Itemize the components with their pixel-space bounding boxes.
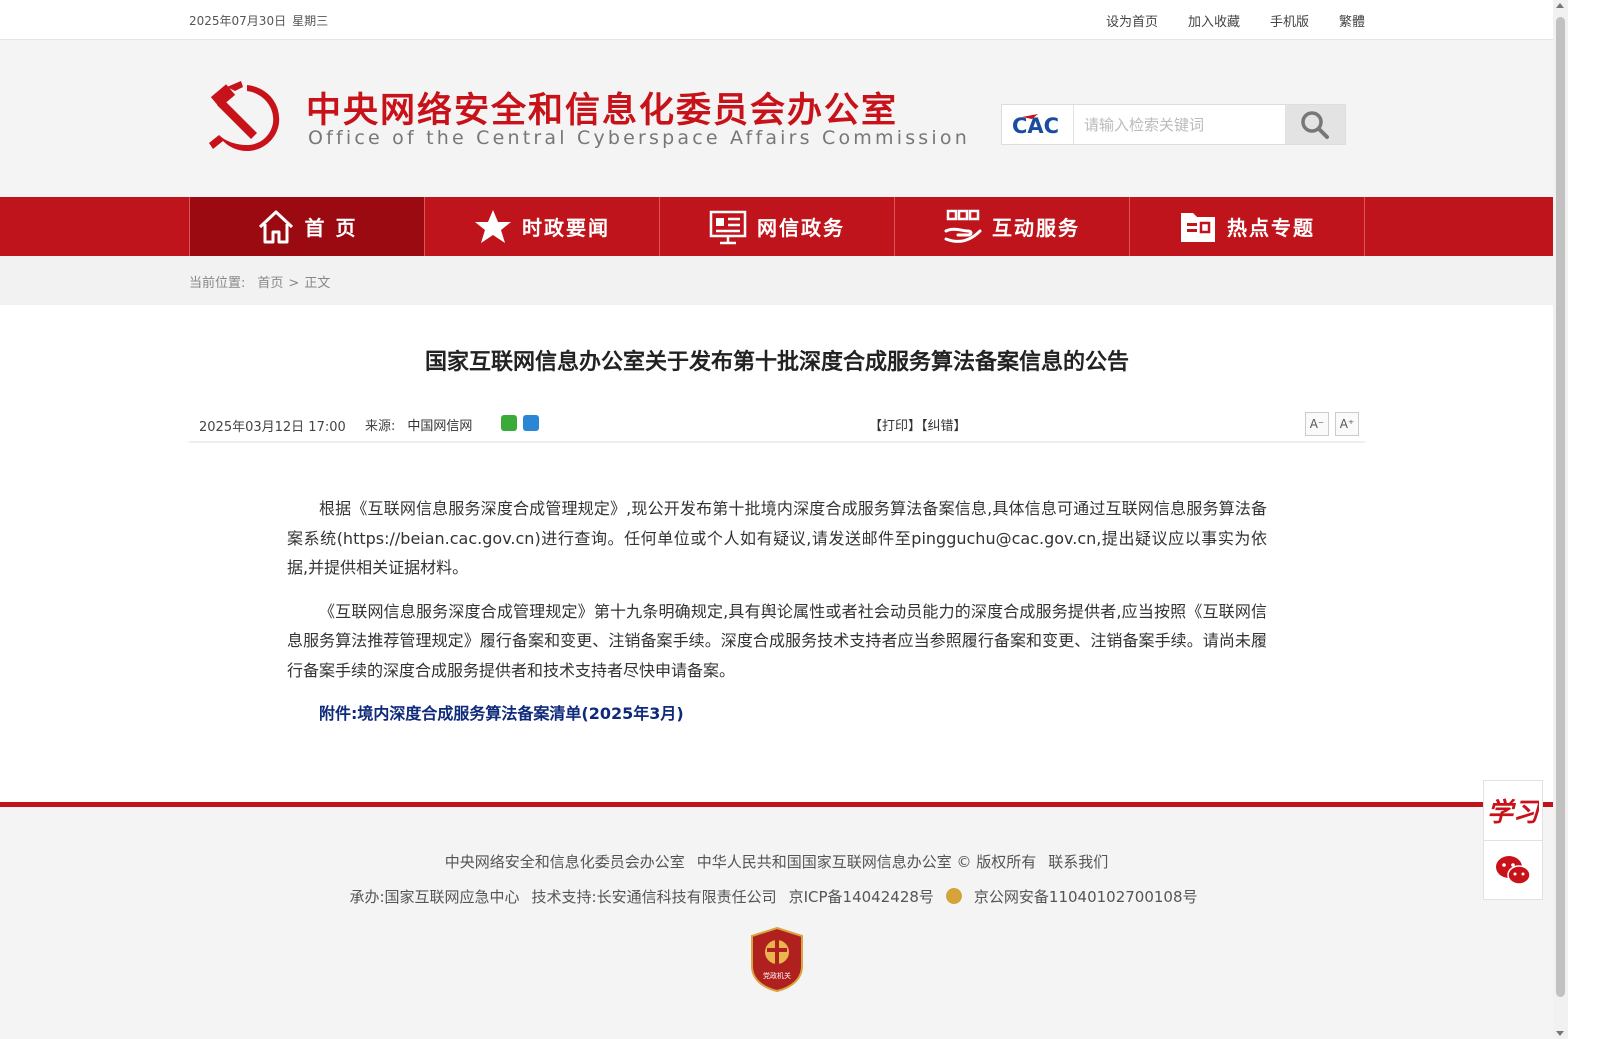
share-buttons (501, 415, 539, 431)
footer-line-1: 中央网络安全和信息化委员会办公室 中华人民共和国国家互联网信息办公室 © 版权所有… (0, 851, 1553, 872)
svg-text:CAC: CAC (1012, 114, 1059, 138)
search-box: CAC (1001, 104, 1346, 145)
contact-us-link[interactable]: 联系我们 (1048, 853, 1108, 871)
public-security-record[interactable]: 京公网安备11040102700108号 (945, 888, 1204, 906)
article-body: 根据《互联网信息服务深度合成管理规定》,现公开发布第十批境内深度合成服务算法备案… (287, 494, 1267, 743)
article-meta: 2025年03月12日 17:00 来源: 中国网信网 【打印】【纠错】 A⁻ A… (189, 405, 1365, 443)
qzone-share-icon[interactable] (523, 415, 539, 431)
date-text: 2025年07月30日 (189, 14, 287, 28)
attachment-link[interactable]: 附件:境内深度合成服务算法备案清单(2025年3月) (287, 699, 1267, 729)
footer-host: 承办:国家互联网应急中心 (349, 888, 520, 906)
article-paragraph: 根据《互联网信息服务深度合成管理规定》,现公开发布第十批境内深度合成服务算法备案… (287, 499, 1267, 577)
nav-item-topics[interactable]: 热点专题 (1130, 197, 1365, 256)
nav-item-news[interactable]: 时政要闻 (425, 197, 660, 256)
site-header: 中央网络安全和信息化委员会办公室 Office of the Central C… (0, 40, 1553, 197)
article-paragraph: 《互联网信息服务深度合成管理规定》第十九条明确规定,具有舆论属性或者社会动员能力… (287, 601, 1267, 680)
icp-link[interactable]: 京ICP备14042428号 (789, 888, 934, 906)
scrollbar-thumb[interactable] (1556, 17, 1565, 997)
nav-label-affairs: 网信政务 (757, 216, 845, 240)
nav-item-home[interactable]: 首 页 (190, 197, 425, 256)
nav-label-news: 时政要闻 (522, 216, 610, 240)
nav-item-affairs[interactable]: 网信政务 (660, 197, 895, 256)
breadcrumb-separator: > (288, 276, 300, 291)
font-size-controls: A⁻ A⁺ (1305, 412, 1359, 436)
source-value: 中国网信网 (407, 419, 473, 434)
weekday-text: 星期三 (292, 14, 329, 28)
site-title-cn[interactable]: 中央网络安全和信息化委员会办公室 (306, 82, 898, 133)
side-float-panel: 学习 (1483, 780, 1543, 900)
hand-service-icon (944, 208, 982, 246)
party-government-badge-icon[interactable]: 党政机关 (750, 926, 804, 992)
scroll-up-arrow-icon[interactable] (1556, 3, 1564, 8)
font-smaller-button[interactable]: A⁻ (1305, 412, 1329, 436)
vertical-scrollbar[interactable] (1553, 0, 1568, 1039)
police-badge-icon (945, 888, 962, 904)
nav-label-interactive: 互动服务 (992, 216, 1080, 240)
set-homepage-link[interactable]: 设为首页 (1106, 11, 1158, 30)
breadcrumb-home-link[interactable]: 首页 (257, 276, 283, 291)
nav-label-topics: 热点专题 (1227, 216, 1315, 240)
star-icon (474, 208, 512, 246)
breadcrumb-label: 当前位置: (189, 276, 246, 291)
article-datetime: 2025年03月12日 17:00 (199, 420, 346, 435)
article-title: 国家互联网信息办公室关于发布第十批深度合成服务算法备案信息的公告 (424, 350, 1129, 375)
wechat-icon (1496, 855, 1531, 885)
main-nav: 首 页 时政要闻 网信政务 互动服务 热点专题 (0, 197, 1553, 256)
wechat-share-icon[interactable] (501, 415, 517, 431)
home-icon (257, 208, 295, 246)
mobile-version-link[interactable]: 手机版 (1270, 11, 1309, 30)
nav-label-home: 首 页 (304, 216, 358, 240)
site-title-en: Office of the Central Cyberspace Affairs… (308, 127, 970, 149)
xuexi-button[interactable]: 学习 (1484, 781, 1542, 841)
search-icon (1301, 110, 1329, 139)
footer-tech-support: 技术支持:长安通信科技有限责任公司 (531, 888, 777, 906)
party-emblem-icon[interactable] (207, 77, 287, 157)
source-label: 来源: (365, 419, 396, 434)
svg-text:党政机关: 党政机关 (763, 971, 791, 980)
site-footer: 中央网络安全和信息化委员会办公室 中华人民共和国国家互联网信息办公室 © 版权所有… (0, 802, 1553, 1039)
public-security-text: 京公网安备11040102700108号 (973, 888, 1198, 906)
folder-icon (1179, 208, 1217, 246)
article-source: 来源: 中国网信网 (365, 415, 472, 434)
xuexi-logo-icon: 学习 (1487, 798, 1539, 828)
svg-text:学习: 学习 (1487, 798, 1539, 828)
breadcrumb-current-link[interactable]: 正文 (304, 276, 330, 291)
wechat-button[interactable] (1484, 841, 1542, 900)
footer-line-2: 承办:国家互联网应急中心 技术支持:长安通信科技有限责任公司 京ICP备140424… (0, 886, 1553, 907)
search-button[interactable] (1285, 105, 1345, 144)
footer-org-1: 中央网络安全和信息化委员会办公室 (444, 853, 685, 871)
top-utility-bar: 2025年07月30日 星期三 设为首页 加入收藏 手机版 繁體 (0, 0, 1553, 40)
scroll-down-arrow-icon[interactable] (1556, 1031, 1564, 1036)
traditional-chinese-link[interactable]: 繁體 (1339, 11, 1365, 30)
current-date: 2025年07月30日 星期三 (189, 12, 334, 29)
font-larger-button[interactable]: A⁺ (1335, 412, 1359, 436)
nav-item-interactive[interactable]: 互动服务 (895, 197, 1130, 256)
top-links: 设为首页 加入收藏 手机版 繁體 (1106, 11, 1365, 30)
breadcrumb-bar: 当前位置: 首页 > 正文 (0, 256, 1553, 305)
breadcrumb: 当前位置: 首页 > 正文 (189, 272, 330, 291)
cac-logo: CAC (1002, 105, 1074, 144)
add-favorite-link[interactable]: 加入收藏 (1188, 11, 1240, 30)
print-correct-links[interactable]: 【打印】【纠错】 (869, 415, 967, 434)
search-input[interactable] (1074, 105, 1285, 144)
footer-copyright: 中华人民共和国国家互联网信息办公室 © 版权所有 (696, 853, 1037, 871)
presentation-icon (709, 208, 747, 246)
cac-logo-icon: CAC (1012, 113, 1059, 138)
